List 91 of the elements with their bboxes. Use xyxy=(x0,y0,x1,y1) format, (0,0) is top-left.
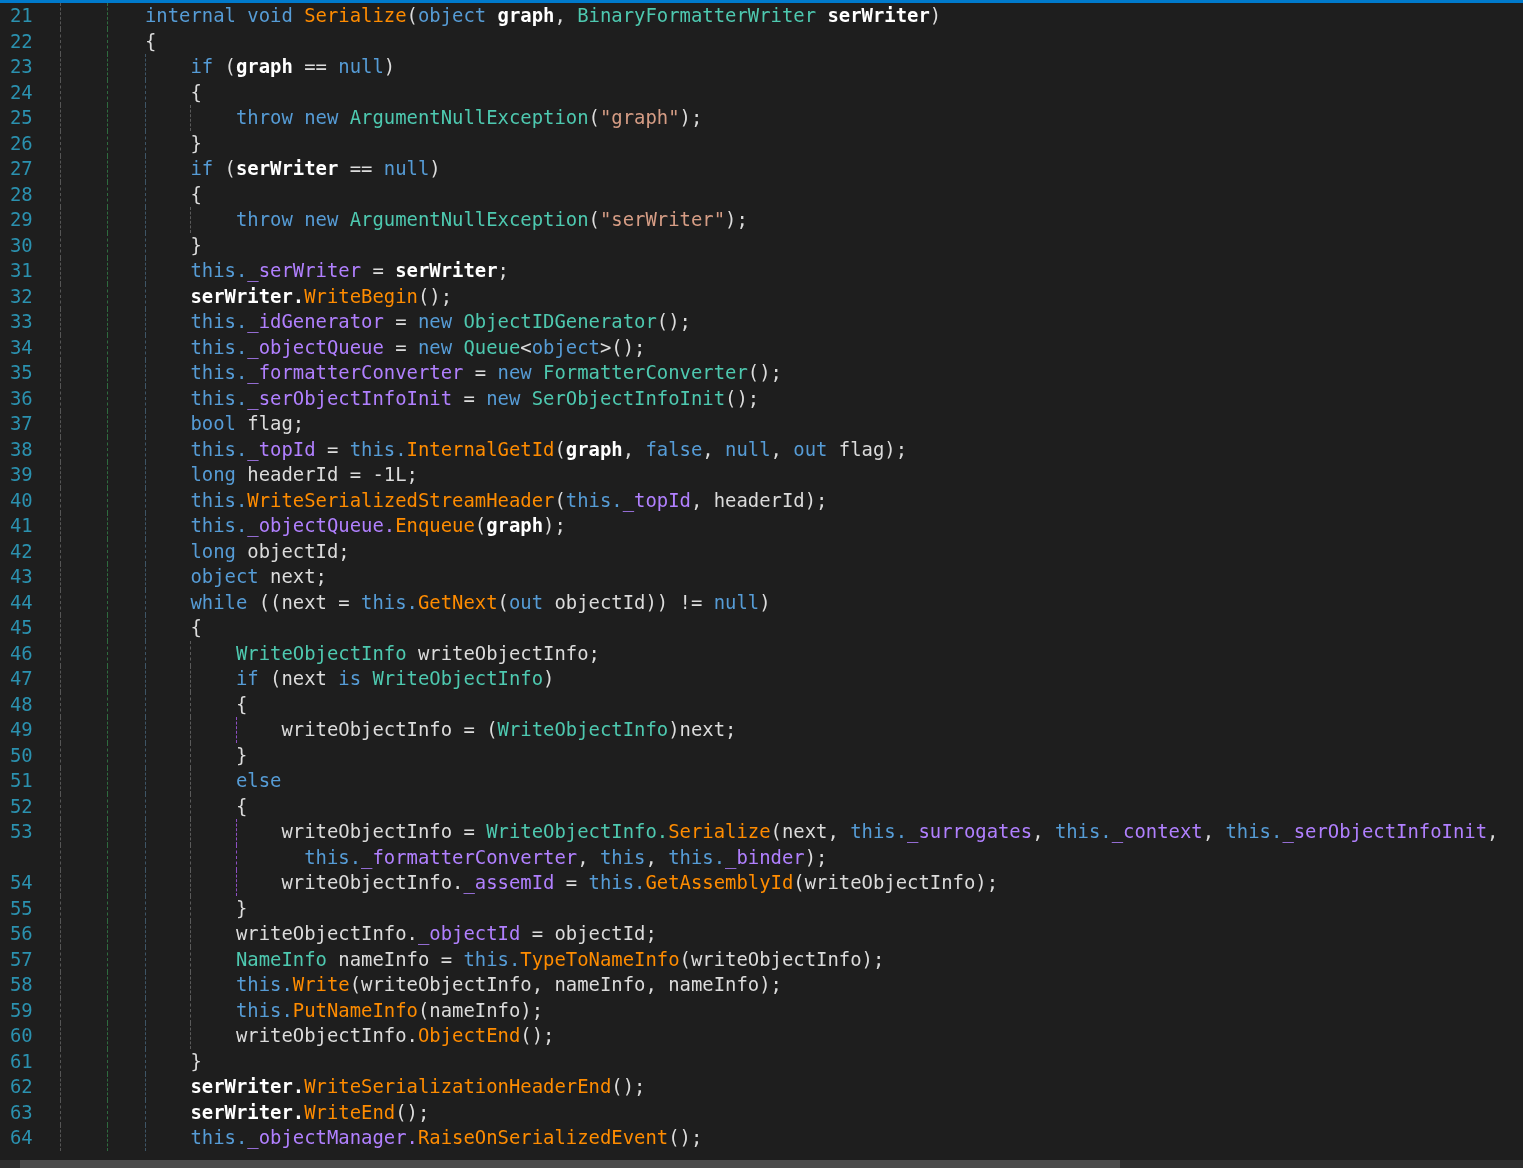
line-number: 46 xyxy=(9,640,34,666)
line-number: 55 xyxy=(9,895,34,921)
line-number: 57 xyxy=(9,946,34,972)
line-number: 26 xyxy=(9,130,34,156)
code-line: this._topId = this.InternalGetId(graph, false, null, out flag); xyxy=(190,436,908,462)
line-number: 39 xyxy=(9,462,34,487)
line-number: 58 xyxy=(9,972,34,997)
line-number: 48 xyxy=(9,691,34,717)
line-number: 34 xyxy=(9,334,34,360)
line-number: 62 xyxy=(9,1074,34,1099)
line-number: 40 xyxy=(9,487,34,513)
code-line: } xyxy=(235,895,248,921)
code-line: WriteObjectInfo writeObjectInfo; xyxy=(235,640,600,666)
code-line: writeObjectInfo._assemId = this.GetAssemblyId(writeObjectInfo); xyxy=(281,870,998,896)
scrollbar-thumb[interactable] xyxy=(20,1160,1120,1168)
code-line: { xyxy=(190,79,202,105)
line-number: 28 xyxy=(9,181,34,207)
line-number: 47 xyxy=(9,666,34,691)
line-number: 56 xyxy=(9,921,34,946)
line-number: 43 xyxy=(9,564,34,589)
line-number: 25 xyxy=(9,105,34,130)
line-number: 23 xyxy=(9,54,34,79)
code-line: { xyxy=(235,793,248,819)
line-number: 35 xyxy=(9,360,34,385)
code-line: { xyxy=(190,615,202,640)
line-number: 51 xyxy=(9,768,34,793)
line-number: 38 xyxy=(9,436,34,462)
code-line: writeObjectInfo._objectId = objectId; xyxy=(235,921,657,947)
line-number: 37 xyxy=(9,411,34,436)
code-line: writeObjectInfo = (WriteObjectInfo)next; xyxy=(281,717,737,742)
code-line: this._serWriter = serWriter; xyxy=(190,258,509,284)
line-number: 42 xyxy=(9,538,34,564)
code-line: this._objectQueue.Enqueue(graph); xyxy=(190,513,566,539)
line-number: 54 xyxy=(9,870,34,895)
code-line: long headerId = -1L; xyxy=(190,462,418,487)
line-number: 52 xyxy=(9,793,34,819)
code-line: } xyxy=(190,1048,202,1074)
code-line: NameInfo nameInfo = this.TypeToNameInfo(writeObjectInfo); xyxy=(235,946,885,972)
code-line: } xyxy=(235,742,248,768)
line-number: 21 xyxy=(9,3,34,28)
code-line: throw new ArgumentNullException("graph"); xyxy=(235,105,703,130)
code-line: internal void Serialize(object graph, BinaryFormatterWriter serWriter) xyxy=(145,3,942,28)
line-number: 60 xyxy=(9,1023,34,1048)
code-line: } xyxy=(190,130,202,156)
code-line: this._formatterConverter, this, this._binder); xyxy=(304,844,828,870)
code-line: if (next is WriteObjectInfo) xyxy=(235,666,555,691)
line-number: 45 xyxy=(9,615,34,640)
line-number: 64 xyxy=(9,1125,34,1150)
code-line: serWriter.WriteEnd(); xyxy=(190,1099,430,1125)
line-number: 59 xyxy=(9,997,34,1023)
line-number: 49 xyxy=(9,717,34,742)
line-number: 32 xyxy=(9,283,34,309)
line-number: 36 xyxy=(9,385,34,411)
line-number: 27 xyxy=(9,156,34,181)
code-line: writeObjectInfo = WriteObjectInfo.Serialize(next, this._surrogates, this._context, this._serObjectInfoInit, xyxy=(281,819,1499,845)
line-number: 61 xyxy=(9,1048,34,1074)
code-line: this._objectQueue = new Queue<object>(); xyxy=(190,334,646,360)
code-line: object next; xyxy=(190,564,327,589)
code-line: else xyxy=(235,768,282,793)
line-number: 30 xyxy=(9,232,34,258)
line-number: 24 xyxy=(9,79,34,105)
line-number: 41 xyxy=(9,513,34,538)
code-line: if (graph == null) xyxy=(190,54,396,79)
line-number: 22 xyxy=(9,28,34,54)
line-number: 44 xyxy=(9,589,34,615)
code-line: writeObjectInfo.ObjectEnd(); xyxy=(235,1023,555,1048)
line-number: 63 xyxy=(9,1099,34,1125)
line-number: 29 xyxy=(9,207,34,232)
horizontal-scrollbar[interactable] xyxy=(0,1160,1523,1168)
code-line: this._serObjectInfoInit = new SerObjectInfoInit(); xyxy=(190,385,760,411)
code-line: throw new ArgumentNullException("serWriter"); xyxy=(235,207,748,232)
code-line: } xyxy=(190,232,202,258)
code-line: this.WriteSerializedStreamHeader(this._topId, headerId); xyxy=(190,487,828,513)
code-line: long objectId; xyxy=(190,538,350,564)
code-line: bool flag; xyxy=(190,411,305,436)
line-number: 31 xyxy=(9,258,34,283)
code-line: this._formatterConverter = new FormatterConverter(); xyxy=(190,360,782,386)
code-line: { xyxy=(190,181,202,207)
code-line: while ((next = this.GetNext(out objectId)) != null) xyxy=(190,589,771,615)
code-line: { xyxy=(235,691,248,717)
code-line: this.PutNameInfo(nameInfo); xyxy=(235,997,544,1023)
line-number: 53 xyxy=(9,819,34,844)
code-line: this._objectManager.RaiseOnSerializedEvent(); xyxy=(190,1125,703,1151)
code-line: serWriter.WriteBegin(); xyxy=(190,283,453,309)
code-line: { xyxy=(145,28,157,54)
line-number: 50 xyxy=(9,742,34,768)
code-line: serWriter.WriteSerializationHeaderEnd(); xyxy=(190,1074,646,1099)
line-number: 33 xyxy=(9,309,34,334)
code-line: this._idGenerator = new ObjectIDGenerator(); xyxy=(190,309,691,335)
code-line: if (serWriter == null) xyxy=(190,156,441,181)
code-line: this.Write(writeObjectInfo, nameInfo, nameInfo); xyxy=(235,972,782,997)
